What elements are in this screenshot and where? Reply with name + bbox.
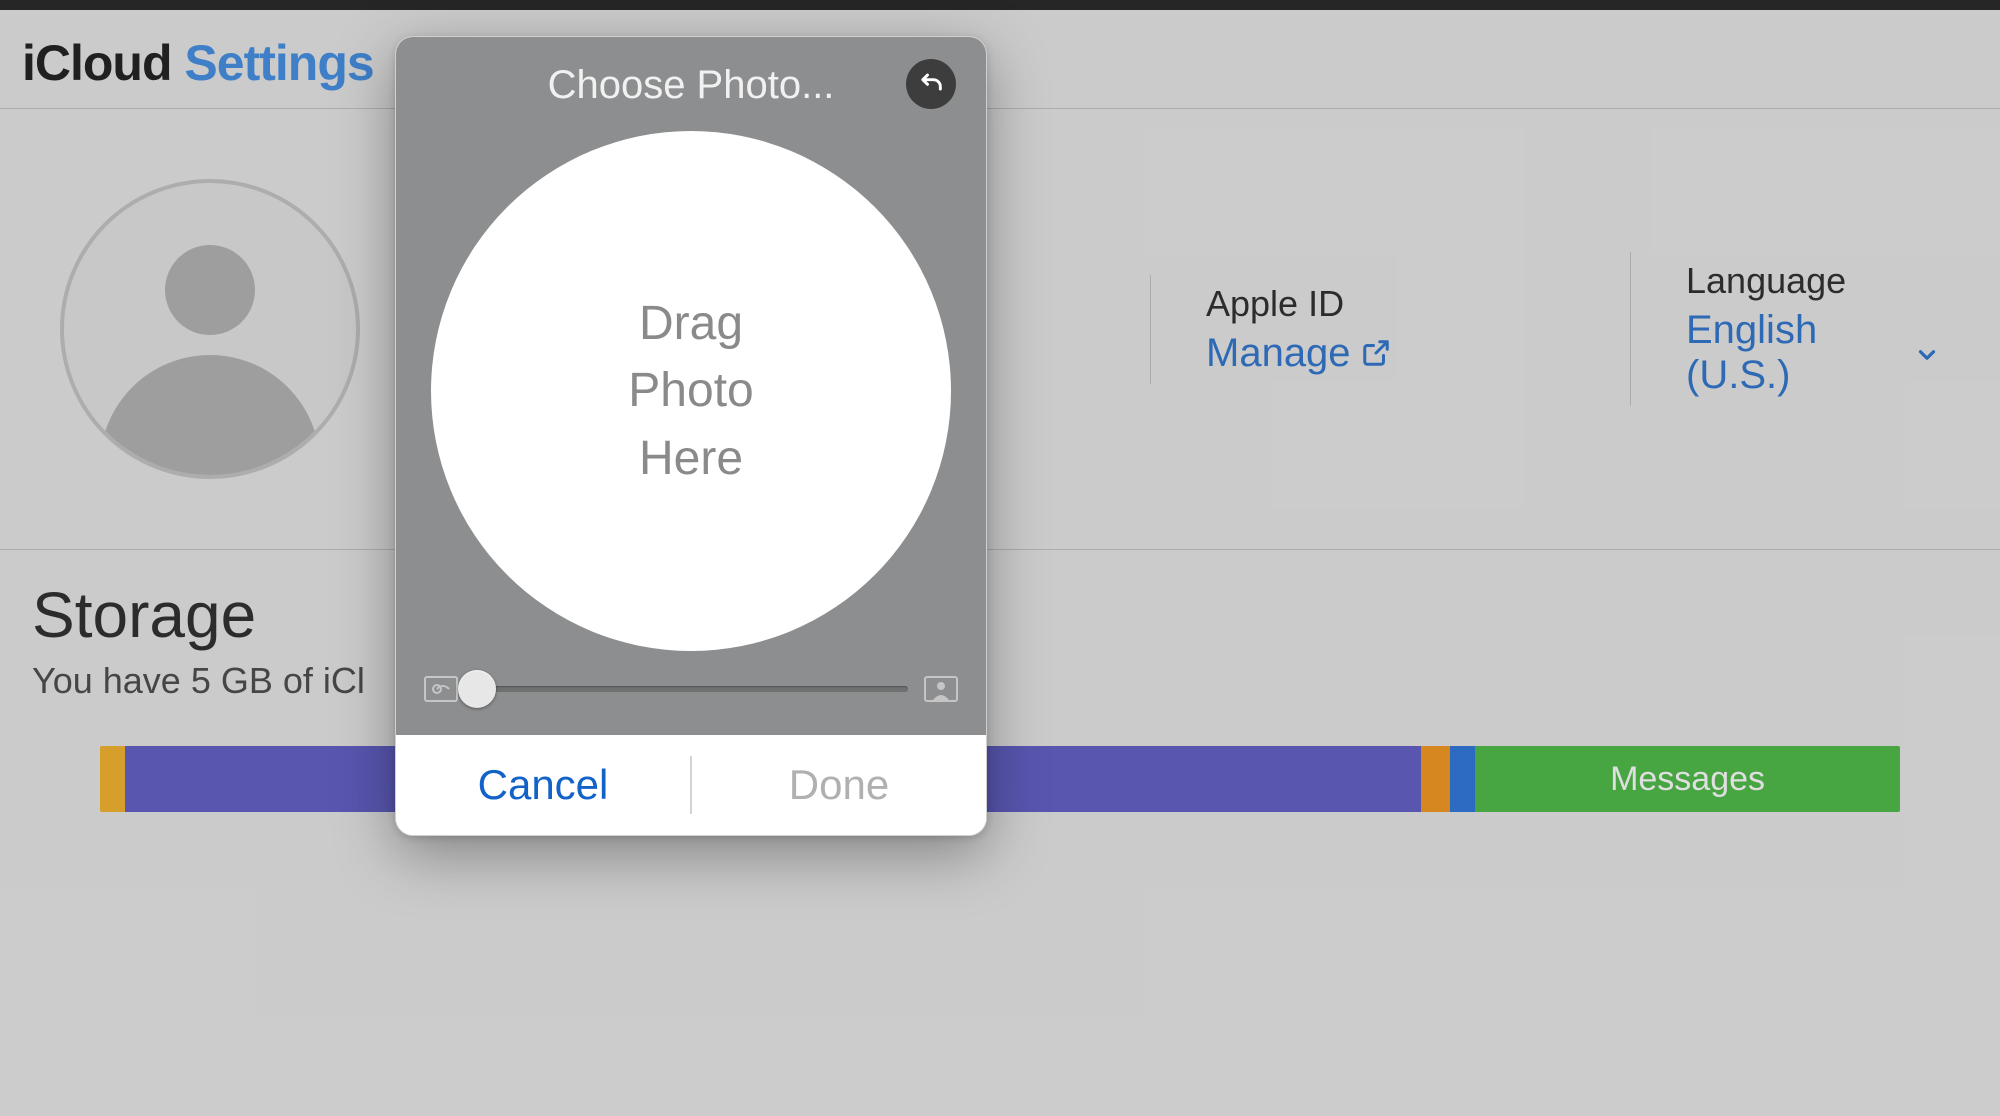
revert-icon xyxy=(917,68,945,101)
page-title-section: Settings xyxy=(184,35,373,91)
page-title-prefix: iCloud xyxy=(22,35,184,91)
cancel-button[interactable]: Cancel xyxy=(396,745,690,825)
storage-segment-label: Messages xyxy=(1610,760,1765,799)
external-link-icon xyxy=(1361,338,1391,368)
page-header: iCloud Settings xyxy=(0,10,2000,109)
avatar-head-shape xyxy=(165,245,255,335)
storage-bar[interactable]: BackupMessages xyxy=(100,746,1900,812)
storage-segment-messages: Messages xyxy=(1475,746,1900,812)
language-selector[interactable]: English (U.S.) xyxy=(1686,308,1940,398)
revert-button[interactable] xyxy=(906,59,956,109)
manage-link-text: Manage xyxy=(1206,331,1351,376)
language-value: English (U.S.) xyxy=(1686,308,1904,398)
done-button[interactable]: Done xyxy=(692,745,986,825)
avatar[interactable] xyxy=(60,179,360,479)
language-cell: Language English (U.S.) xyxy=(1630,252,1940,406)
popover-actions: Cancel Done xyxy=(396,735,986,835)
choose-photo-popover: Choose Photo... Drag Photo Here xyxy=(395,36,987,836)
storage-section: Storage You have 5 GB of iCl BackupMessa… xyxy=(0,550,2000,812)
account-row: ns... Apple ID Manage Language English (… xyxy=(0,109,2000,550)
storage-segment-mail xyxy=(1421,746,1450,812)
chevron-down-icon xyxy=(1914,333,1940,378)
popover-title-row: Choose Photo... xyxy=(418,45,964,125)
storage-segment-photos xyxy=(100,746,125,812)
zoom-slider-thumb[interactable] xyxy=(458,670,496,708)
avatar-body-shape xyxy=(100,355,320,479)
popover-title: Choose Photo... xyxy=(548,63,835,108)
zoom-out-icon xyxy=(424,676,458,702)
drop-zone-text: Drag Photo Here xyxy=(628,290,753,492)
storage-segment-unknown xyxy=(1450,746,1475,812)
zoom-in-icon xyxy=(924,676,958,702)
zoom-slider-track xyxy=(474,686,908,692)
zoom-row xyxy=(418,661,964,715)
window-top-border xyxy=(0,0,2000,10)
popover-body: Choose Photo... Drag Photo Here xyxy=(396,37,986,735)
apple-id-cell: Apple ID Manage xyxy=(1150,275,1590,384)
storage-title: Storage xyxy=(32,578,1968,652)
language-label: Language xyxy=(1686,260,1940,302)
avatar-placeholder xyxy=(60,179,360,479)
storage-subtitle: You have 5 GB of iCl xyxy=(32,660,1968,702)
page-title: iCloud Settings xyxy=(22,34,1978,92)
apple-id-label: Apple ID xyxy=(1206,283,1590,325)
photo-drop-zone[interactable]: Drag Photo Here xyxy=(431,131,951,651)
manage-apple-id-link[interactable]: Manage xyxy=(1206,331,1391,376)
zoom-slider[interactable] xyxy=(474,669,908,709)
